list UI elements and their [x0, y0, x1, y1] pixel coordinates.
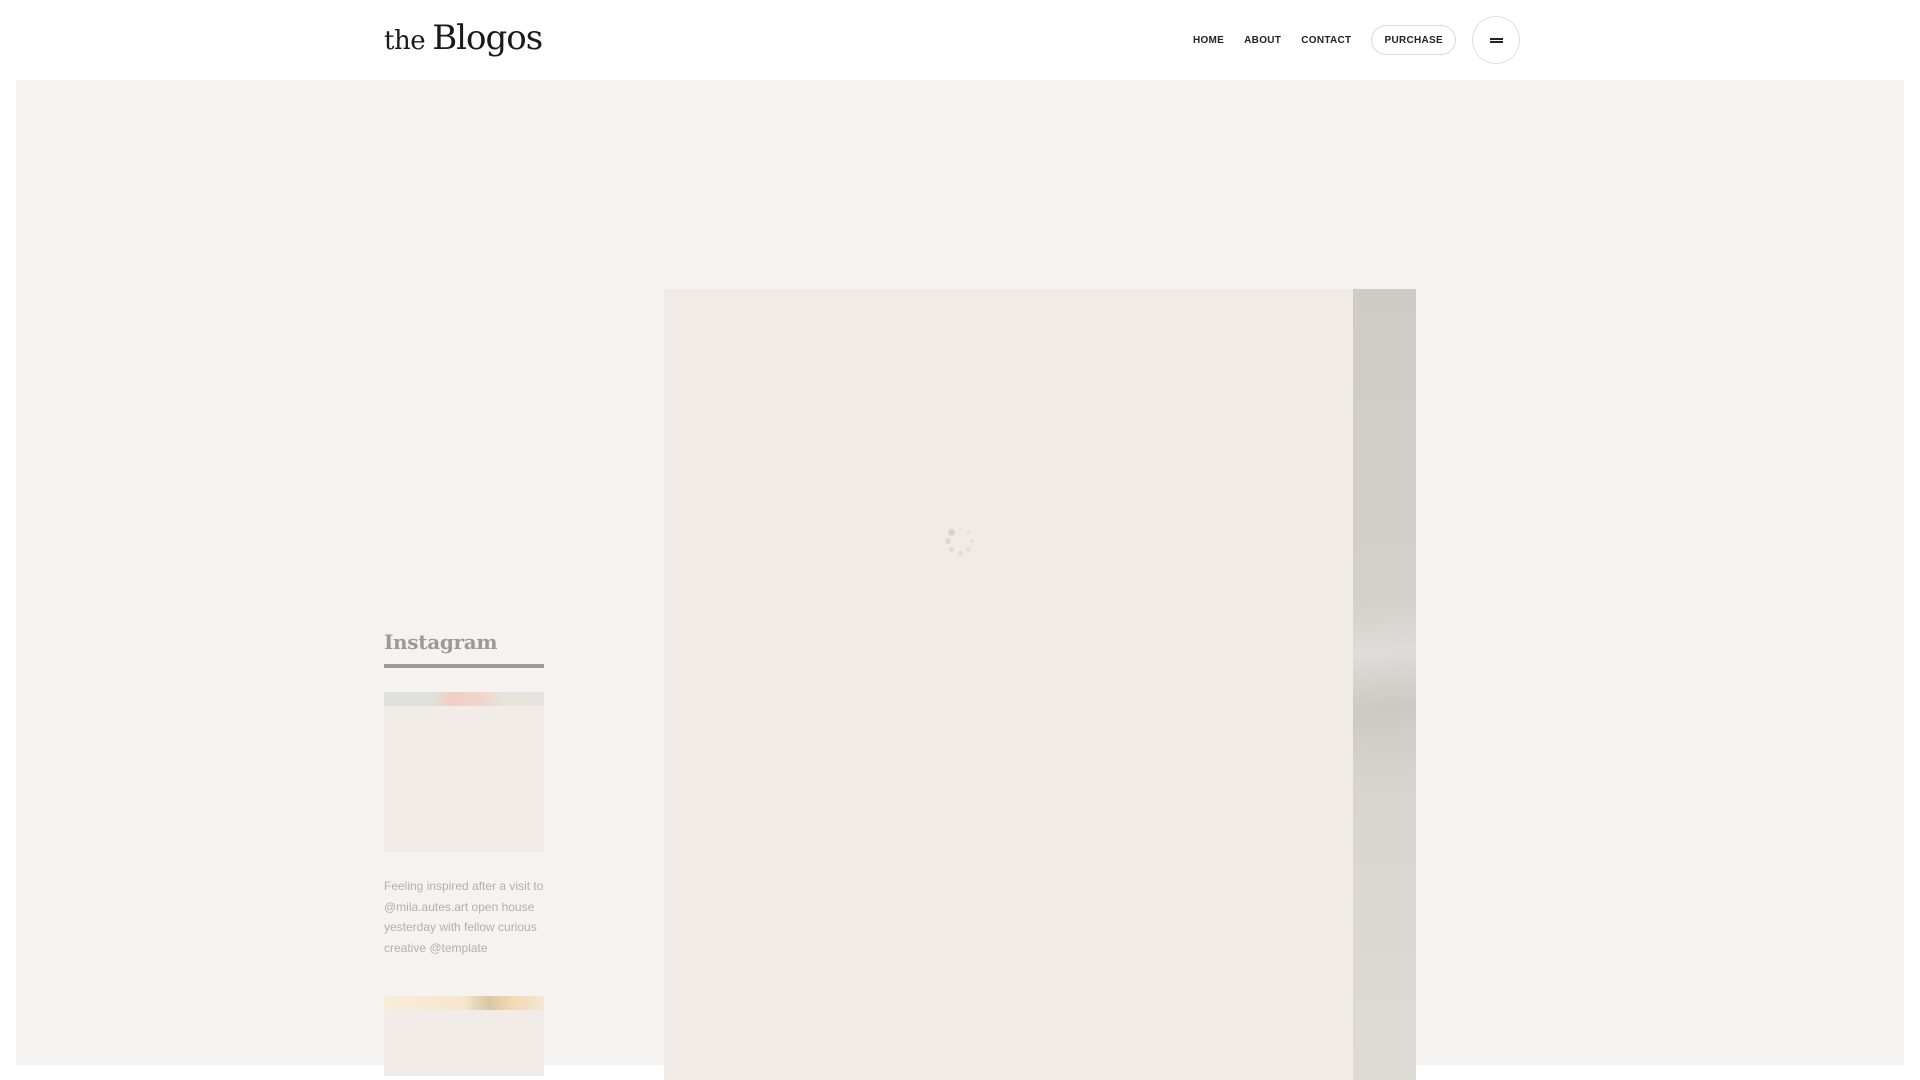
purchase-button[interactable]: PURCHASE [1371, 25, 1456, 55]
spinner-dot [966, 530, 971, 535]
spinner-dot [970, 539, 974, 543]
image-preview-strip [384, 996, 544, 1010]
site-logo[interactable]: the Blogos [384, 18, 543, 58]
instagram-post-image[interactable] [384, 996, 544, 1076]
nav-about-link[interactable]: ABOUT [1244, 35, 1281, 46]
nav-contact-link[interactable]: CONTACT [1301, 35, 1351, 46]
next-image-texture [1353, 599, 1416, 779]
instagram-post-caption: Feeling inspired after a visit to @mila.… [384, 879, 544, 955]
logo-name: Blogos [432, 18, 543, 58]
image-preview-strip [384, 692, 544, 706]
spinner-dot [945, 538, 951, 544]
site-header: the Blogos HOME ABOUT CONTACT PURCHASE [0, 0, 1920, 80]
hamburger-menu-icon [1489, 37, 1503, 43]
spinner-dot [957, 550, 963, 556]
menu-button[interactable] [1472, 16, 1520, 64]
nav-home-link[interactable]: HOME [1193, 35, 1224, 46]
lightbox-next-image-peek[interactable] [1353, 289, 1416, 1080]
instagram-post-image[interactable] [384, 692, 544, 852]
spinner-dot [948, 529, 955, 536]
spinner-dot [966, 547, 971, 552]
instagram-widget: Instagram Feeling inspired after a visit… [384, 630, 544, 1076]
widget-title: Instagram [384, 630, 544, 668]
loading-spinner-icon [944, 525, 976, 557]
logo-prefix: the [384, 26, 426, 56]
spinner-dot [958, 527, 962, 531]
lightbox-image-container[interactable] [664, 289, 1353, 1080]
main-navigation: HOME ABOUT CONTACT PURCHASE [1193, 16, 1520, 64]
spinner-dot [948, 546, 955, 553]
